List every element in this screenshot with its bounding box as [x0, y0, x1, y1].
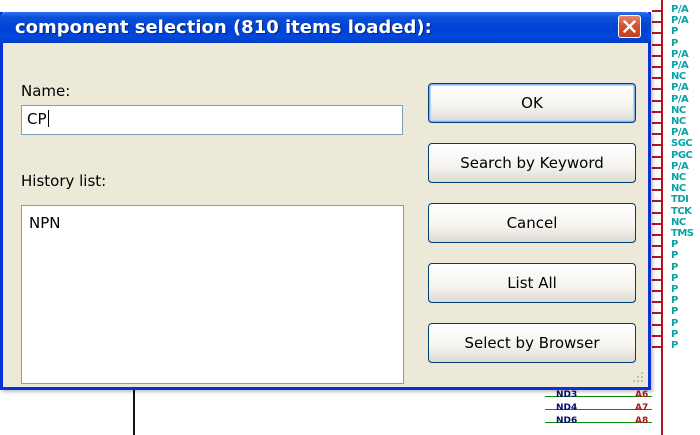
pin-label: NC	[671, 172, 686, 183]
net-pin-number: A6	[635, 390, 649, 400]
history-list-item[interactable]: NPN	[29, 214, 396, 232]
pin-label: P	[671, 239, 678, 251]
net-pin-number: A7	[635, 403, 649, 413]
pin-label: TCK	[671, 205, 692, 217]
pin-label: P	[671, 295, 678, 307]
pin-label: P	[671, 26, 678, 38]
search-by-keyword-button[interactable]: Search by Keyword	[428, 143, 636, 183]
net-name-label: ND3	[556, 390, 578, 400]
pin-label: P	[671, 340, 678, 351]
pin-stub	[652, 256, 662, 259]
pin-stub	[652, 178, 662, 180]
pin-stub	[652, 54, 662, 57]
pin-label: P/A	[671, 60, 689, 71]
text-caret	[47, 110, 49, 127]
pin-stub	[652, 278, 662, 281]
pin-stub	[652, 43, 662, 46]
window-title: component selection (810 items loaded):	[15, 17, 432, 38]
pin-label: TDI	[671, 194, 689, 206]
pin-label: TMS	[671, 228, 694, 239]
pin-label: NC	[671, 104, 686, 116]
pin-stub	[652, 133, 662, 136]
pin-label: NC	[671, 183, 686, 195]
pin-stub	[652, 10, 662, 12]
pin-stub	[652, 211, 662, 214]
list-all-button[interactable]: List All	[428, 263, 636, 303]
pin-stub	[652, 155, 662, 158]
name-input-value: CP	[27, 110, 47, 128]
title-bar[interactable]: component selection (810 items loaded):	[0, 12, 651, 43]
pin-label: NC	[671, 71, 686, 83]
pin-label: P	[671, 261, 678, 273]
net-pin-number: A8	[635, 416, 649, 426]
pin-stub	[652, 290, 662, 292]
pin-stub	[652, 312, 662, 315]
pin-label: NC	[671, 116, 686, 127]
pin-stub	[652, 245, 662, 248]
select-by-browser-button[interactable]: Select by Browser	[428, 323, 636, 363]
pin-stub	[652, 77, 662, 80]
net-name-label: ND6	[556, 416, 578, 426]
pin-label: P	[671, 284, 678, 295]
pin-label: P	[671, 328, 678, 340]
history-list-label: History list:	[21, 172, 107, 190]
pin-stub	[652, 301, 662, 304]
pin-label: P/A	[671, 93, 689, 105]
pin-stub	[652, 166, 662, 169]
pin-stub	[652, 32, 662, 35]
close-icon	[623, 20, 636, 33]
pin-stub	[652, 222, 662, 225]
ok-button[interactable]: OK	[428, 83, 636, 123]
pin-label: NC	[671, 216, 686, 228]
pin-label: PGC	[671, 149, 693, 161]
pin-stub	[652, 267, 662, 270]
pin-stub	[652, 122, 662, 124]
pin-label: P/A	[671, 15, 689, 27]
resize-grip-icon[interactable]	[632, 371, 644, 383]
pin-label: P	[671, 317, 678, 329]
pin-stub	[652, 189, 662, 192]
schematic-wire	[133, 388, 135, 435]
history-list[interactable]: NPN	[21, 205, 404, 384]
pin-stub	[652, 234, 662, 236]
cancel-button[interactable]: Cancel	[428, 203, 636, 243]
pin-stub	[652, 88, 662, 91]
pin-label: P	[671, 306, 678, 318]
pin-stub	[652, 99, 662, 102]
pin-stub	[652, 334, 662, 337]
pin-stub	[652, 66, 662, 68]
pin-label: P	[671, 250, 678, 262]
pin-stub	[652, 323, 662, 326]
pin-stub	[652, 346, 662, 348]
net-name-label: ND4	[556, 403, 578, 413]
name-label: Name:	[21, 82, 71, 100]
pin-label: SGC	[671, 138, 693, 150]
close-button[interactable]	[618, 15, 641, 38]
pin-stub	[652, 200, 662, 203]
pin-label: P	[671, 37, 678, 49]
pin-label: P/A	[671, 4, 689, 15]
name-input[interactable]: CP	[21, 105, 403, 135]
component-selection-dialog: component selection (810 items loaded): …	[0, 12, 651, 390]
pin-stub	[652, 110, 662, 113]
pin-label: P/A	[671, 48, 689, 60]
pin-label: P/A	[671, 160, 689, 172]
pin-stub	[652, 144, 662, 147]
pin-stub	[652, 21, 662, 24]
pin-label: P/A	[671, 127, 689, 139]
pin-label: P/A	[671, 82, 689, 94]
pin-label: P	[671, 272, 678, 284]
